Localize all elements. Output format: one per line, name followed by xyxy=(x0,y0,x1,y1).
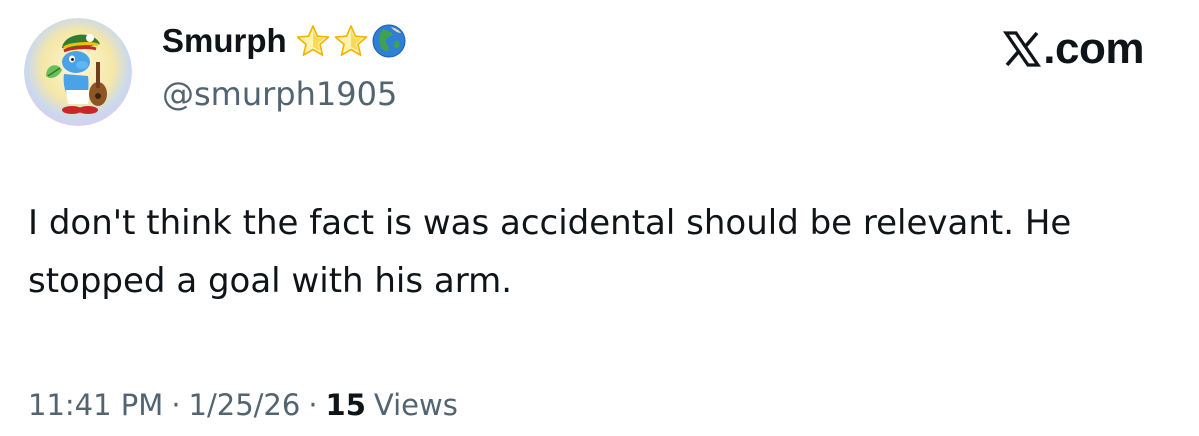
tweet-meta: 11:41 PM · 1/25/26 · 15 Views xyxy=(28,388,458,422)
views-count[interactable]: 15 xyxy=(326,388,366,422)
star-icon xyxy=(295,23,331,59)
brand-domain-text: .com xyxy=(1043,24,1144,73)
globe-icon xyxy=(371,23,407,59)
author-handle[interactable]: @smurph1905 xyxy=(162,75,397,113)
brand-watermark: .com xyxy=(1002,24,1144,74)
meta-separator: · xyxy=(308,388,318,422)
star-icon xyxy=(333,23,369,59)
author-name-row: Smurph xyxy=(162,22,407,60)
tweet-date[interactable]: 1/25/26 xyxy=(189,388,301,422)
views-label[interactable]: Views xyxy=(374,388,458,422)
meta-separator: · xyxy=(171,388,181,422)
tweet-card: Smurph @smurph1905 .com I don't think th… xyxy=(0,0,1199,436)
x-logo-icon xyxy=(1002,29,1042,69)
author-display-name[interactable]: Smurph xyxy=(162,22,287,60)
tweet-time[interactable]: 11:41 PM xyxy=(28,388,163,422)
tweet-text: I don't think the fact is was accidental… xyxy=(28,203,1072,301)
avatar[interactable] xyxy=(24,18,132,126)
smurf-avatar-icon xyxy=(24,18,132,126)
